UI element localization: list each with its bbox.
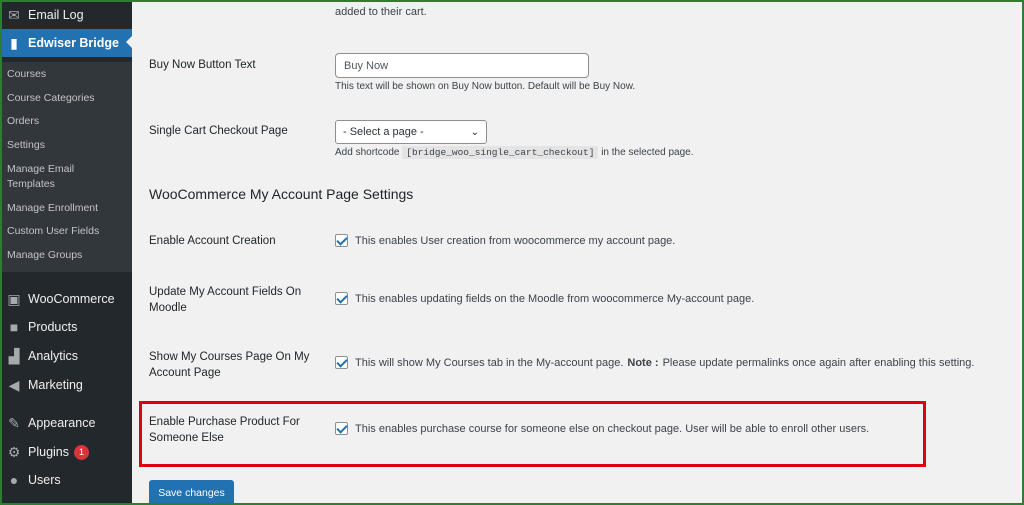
submenu-settings[interactable]: Settings (7, 138, 127, 153)
edwiser-submenu: Courses Course Categories Orders Setting… (2, 62, 132, 272)
sidebar-item-woocommerce[interactable]: ▣ WooCommerce (2, 286, 132, 312)
sidebar-item-label: Plugins (28, 445, 69, 459)
setting-row-purchase-for-others: This enables purchase course for someone… (335, 422, 869, 435)
sidebar-item-label: Edwiser Bridge (28, 36, 119, 50)
plug-icon: ⚙ (7, 443, 21, 460)
setting-label: Update My Account Fields On Moodle (149, 286, 302, 314)
section-title: WooCommerce My Account Page Settings (149, 186, 414, 202)
sidebar-item-plugins[interactable]: ⚙ Plugins 1 (2, 439, 132, 465)
checkout-page-label: Single Cart Checkout Page (149, 125, 288, 137)
admin-sidebar: ✉ Email Log ▮ Edwiser Bridge Courses Cou… (2, 2, 132, 504)
book-icon: ▮ (10, 34, 18, 51)
setting-row-update-fields: This enables updating fields on the Mood… (335, 292, 754, 305)
wrench-icon: ✚ (6, 501, 22, 504)
setting-description: This enables updating fields on the Mood… (355, 292, 755, 305)
sidebar-item-label: Products (28, 320, 78, 334)
update-fields-checkbox[interactable] (335, 292, 348, 305)
submenu-custom-user-fields[interactable]: Custom User Fields (7, 224, 127, 239)
setting-label: Show My Courses Page On My Account Page (149, 351, 310, 379)
chevron-down-icon: ⌄ (470, 126, 479, 138)
update-count-badge: 1 (74, 444, 89, 460)
sidebar-item-label: Appearance (28, 416, 96, 430)
setting-description: This enables purchase course for someone… (355, 422, 870, 435)
user-icon: ● (9, 472, 19, 488)
submenu-course-categories[interactable]: Course Categories (7, 91, 127, 106)
buy-now-text-input[interactable] (335, 53, 589, 78)
box-icon: ■ (9, 319, 19, 335)
account-creation-checkbox[interactable] (335, 234, 348, 247)
sidebar-item-label: Analytics (28, 349, 79, 363)
setting-label: Enable Account Creation (149, 235, 276, 247)
cut-off-description: added to their cart. (335, 6, 427, 18)
settings-content: added to their cart. Buy Now Button Text… (132, 2, 1022, 503)
sidebar-item-label: WooCommerce (28, 292, 115, 306)
window-frame: ✉ Email Log ▮ Edwiser Bridge Courses Cou… (0, 0, 1024, 505)
shortcode-prefix: Add shortcode (335, 147, 400, 158)
select-value: - Select a page - (343, 126, 424, 138)
shortcode-code: [bridge_woo_single_cart_checkout] (402, 146, 599, 159)
sidebar-item-tools-partial[interactable]: ✚ (2, 496, 132, 504)
submenu-manage-enrollment[interactable]: Manage Enrollment (7, 201, 127, 216)
my-courses-checkbox[interactable] (335, 356, 348, 369)
envelope-icon: ✉ (8, 6, 20, 23)
note-text: Please update permalinks once again afte… (662, 356, 975, 369)
sidebar-item-edwiser-bridge[interactable]: ▮ Edwiser Bridge (2, 29, 132, 57)
sidebar-item-label: Users (28, 473, 61, 487)
sidebar-item-marketing[interactable]: ◀ Marketing (2, 372, 132, 398)
buy-now-label: Buy Now Button Text (149, 59, 256, 71)
save-changes-button[interactable]: Save changes (149, 480, 234, 503)
sidebar-item-email-log[interactable]: ✉ Email Log (2, 2, 132, 28)
brush-icon: ✎ (8, 414, 20, 431)
sidebar-item-label: Email Log (28, 8, 84, 22)
submenu-courses[interactable]: Courses (7, 67, 127, 82)
sidebar-item-label: Marketing (28, 378, 83, 392)
note-label: Note : (627, 356, 659, 369)
sidebar-item-analytics[interactable]: ▟ Analytics (2, 343, 132, 369)
setting-description: This will show My Courses tab in the My-… (355, 356, 624, 369)
setting-row-my-courses: This will show My Courses tab in the My-… (335, 356, 974, 369)
setting-description: This enables User creation from woocomme… (355, 234, 676, 247)
woo-icon: ▣ (7, 290, 21, 307)
sidebar-item-appearance[interactable]: ✎ Appearance (2, 410, 132, 436)
megaphone-icon: ◀ (8, 376, 20, 393)
sidebar-item-products[interactable]: ■ Products (2, 314, 132, 340)
checkout-page-select[interactable]: - Select a page - ⌄ (335, 120, 487, 144)
shortcode-description: Add shortcode [bridge_woo_single_cart_ch… (335, 146, 694, 159)
buy-now-description: This text will be shown on Buy Now butto… (335, 81, 636, 92)
setting-row-account-creation: This enables User creation from woocomme… (335, 234, 675, 247)
submenu-orders[interactable]: Orders (7, 114, 127, 129)
setting-label: Enable Purchase Product For Someone Else (149, 416, 300, 444)
sidebar-item-users[interactable]: ● Users (2, 467, 132, 493)
submenu-manage-email-templates[interactable]: Manage Email Templates (7, 162, 87, 192)
shortcode-suffix: in the selected page. (601, 147, 694, 158)
bar-chart-icon: ▟ (8, 347, 20, 364)
submenu-manage-groups[interactable]: Manage Groups (7, 248, 127, 263)
purchase-for-others-checkbox[interactable] (335, 422, 348, 435)
